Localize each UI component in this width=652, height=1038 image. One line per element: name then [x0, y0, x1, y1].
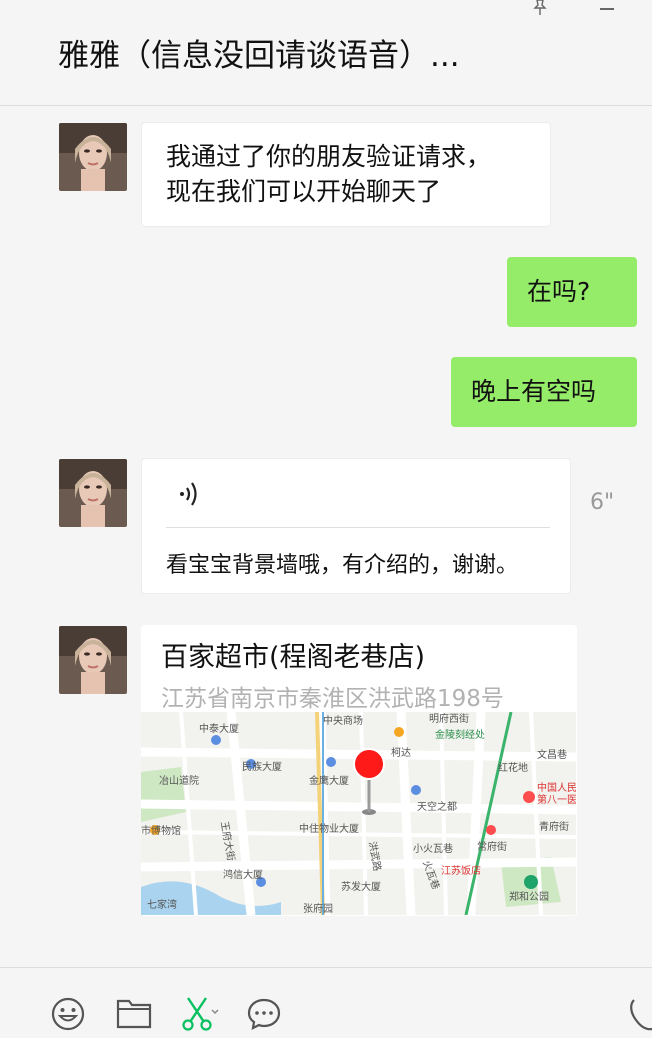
message-text-line1: 我通过了你的朋友验证请求，: [166, 142, 492, 171]
avatar[interactable]: [59, 459, 127, 527]
message-text: 晚上有空吗: [471, 377, 597, 406]
folder-icon[interactable]: [116, 996, 152, 1030]
map-label: 柯达: [391, 746, 411, 759]
map-label: 中央商场: [323, 714, 363, 727]
map-label: 小火瓦巷: [413, 843, 453, 855]
chat-history-icon[interactable]: [246, 996, 282, 1032]
map-label: 民族大厦: [242, 760, 282, 773]
location-map[interactable]: 中泰大厦 中央商场 明府西街 金陵刻经处 文昌巷 民族大厦 柯达 冶山道院 金鹰…: [141, 712, 576, 915]
message-text: 在吗?: [527, 277, 591, 306]
map-label: 青府街: [539, 820, 569, 833]
map-label: 明府西街: [429, 712, 469, 725]
map-label: 张府园: [303, 902, 333, 915]
chat-header: 雅雅（信息没回请谈语音）...: [0, 0, 652, 106]
message-bubble-friend-accepted[interactable]: 我通过了你的朋友验证请求， 现在我们可以开始聊天了: [141, 122, 551, 227]
map-label: 天空之都: [417, 800, 457, 813]
map-label: 七家湾: [147, 898, 177, 911]
map-label: 常府街: [477, 840, 507, 853]
map-label: 江苏饭店: [441, 864, 481, 877]
map-label: 郑和公园: [509, 890, 549, 903]
input-toolbar: [0, 967, 652, 1038]
voice-message-bubble[interactable]: 看宝宝背景墙哦，有介绍的，谢谢。: [141, 458, 571, 594]
map-label: 金陵刻经处: [435, 728, 485, 741]
voice-duration: 6": [590, 490, 615, 515]
voice-wave-icon[interactable]: [176, 479, 204, 509]
message-text-line2: 现在我们可以开始聊天了: [166, 177, 442, 206]
map-label: 文昌巷: [537, 748, 567, 761]
avatar[interactable]: [59, 123, 127, 191]
map-label: 苏发大厦: [341, 880, 381, 893]
map-label: 冶山道院: [159, 774, 199, 787]
map-label: 中住物业大厦: [299, 822, 359, 835]
minimize-icon[interactable]: [596, 0, 618, 18]
message-bubble-self[interactable]: 在吗?: [507, 257, 637, 327]
emoji-icon[interactable]: [50, 996, 86, 1032]
map-label: 红花地: [498, 761, 528, 774]
map-label: 金鹰大厦: [309, 774, 349, 787]
map-label: 中国人民: [537, 781, 576, 794]
avatar[interactable]: [59, 626, 127, 694]
voice-transcript: 看宝宝背景墙哦，有介绍的，谢谢。: [166, 553, 519, 578]
message-bubble-self[interactable]: 晚上有空吗: [451, 357, 637, 427]
chat-title: 雅雅（信息没回请谈语音）...: [58, 38, 460, 74]
map-label: 鸿信大厦: [223, 868, 263, 881]
location-address: 江苏省南京市秦淮区洪武路198号: [161, 686, 504, 712]
phone-icon[interactable]: [628, 996, 652, 1032]
map-label: 第八一医: [537, 793, 576, 806]
location-message-card[interactable]: 百家超市(程阁老巷店) 江苏省南京市秦淮区洪武路198号 中泰大厦 中央商场 明…: [141, 625, 577, 916]
divider: [166, 527, 550, 528]
map-label: 中泰大厦: [199, 722, 239, 735]
scissors-icon[interactable]: [180, 996, 222, 1032]
map-label: 市博物馆: [141, 824, 181, 837]
location-name: 百家超市(程阁老巷店): [161, 642, 426, 673]
pin-icon[interactable]: [530, 0, 550, 18]
